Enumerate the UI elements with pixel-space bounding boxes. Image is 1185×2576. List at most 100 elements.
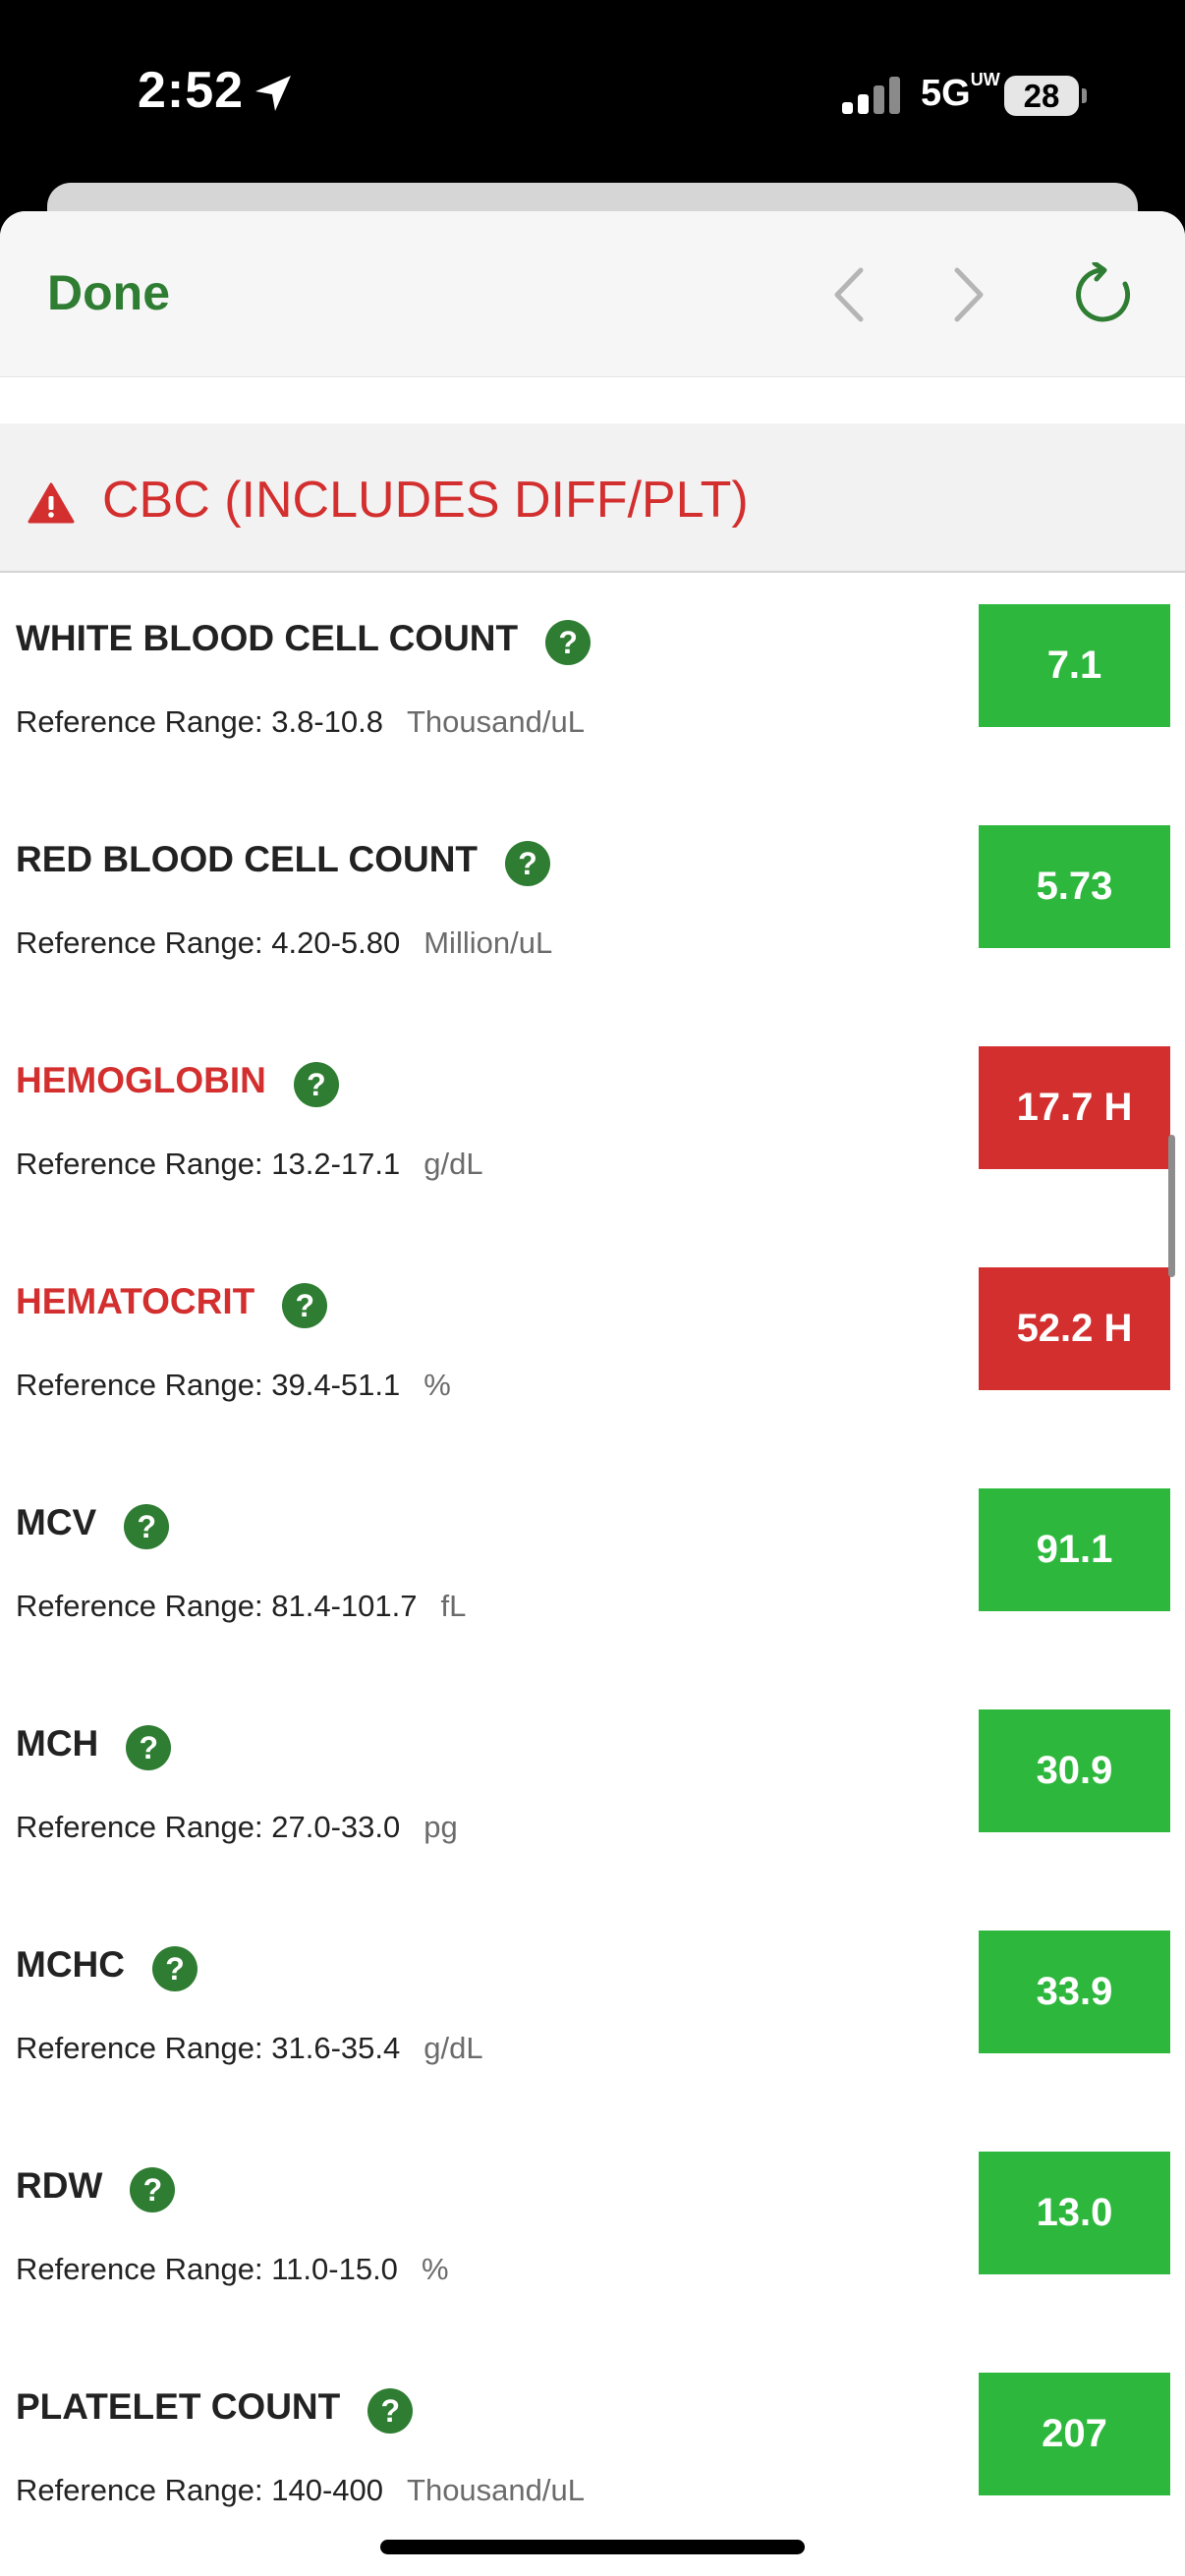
location-arrow-icon xyxy=(255,76,291,111)
reference-range-value: 13.2-17.1 xyxy=(271,1147,401,1181)
reference-range-value: 39.4-51.1 xyxy=(271,1368,401,1402)
help-icon[interactable]: ? xyxy=(293,1062,339,1107)
reference-unit: fL xyxy=(440,1589,467,1623)
help-icon[interactable]: ? xyxy=(282,1283,328,1328)
section-header: CBC (INCLUDES DIFF/PLT) xyxy=(0,423,1185,573)
browser-toolbar: Done xyxy=(0,211,1185,377)
result-row: RED BLOOD CELL COUNT? Reference Range: 4.… xyxy=(0,794,1185,1015)
browser-sheet: Done CBC (INCLUDES DIFF/PLT) WHITE BLOOD… xyxy=(0,211,1185,2576)
reference-range-label: Reference Range: xyxy=(16,1147,263,1181)
help-icon[interactable]: ? xyxy=(545,620,592,665)
test-name: MCH? xyxy=(16,1721,172,1770)
help-icon[interactable]: ? xyxy=(124,1504,170,1549)
battery-level: 28 xyxy=(1004,76,1079,116)
test-name-label: MCV xyxy=(16,1502,97,1542)
reference-range-value: 81.4-101.7 xyxy=(271,1589,418,1623)
test-name: RDW? xyxy=(16,2163,176,2212)
reference-unit: g/dL xyxy=(423,2031,483,2065)
result-row: MCH? Reference Range: 27.0-33.0 pg 30.9 xyxy=(0,1678,1185,1899)
reference-range: Reference Range: 13.2-17.1 g/dL xyxy=(16,1147,483,1182)
test-name: MCHC? xyxy=(16,1942,198,1991)
reference-range-label: Reference Range: xyxy=(16,1589,263,1623)
status-time: 2:52 xyxy=(138,62,245,119)
reference-range: Reference Range: 39.4-51.1% xyxy=(16,1368,451,1403)
help-icon[interactable]: ? xyxy=(130,2167,176,2212)
reference-range-value: 27.0-33.0 xyxy=(271,1810,401,1844)
reference-range: Reference Range: 4.20-5.80 Million/uL xyxy=(16,925,552,961)
result-value: 33.9 xyxy=(979,1931,1170,2053)
reference-unit: Million/uL xyxy=(423,925,553,960)
reference-range: Reference Range: 140-400 Thousand/uL xyxy=(16,2473,585,2508)
reference-range: Reference Range: 27.0-33.0 pg xyxy=(16,1810,458,1845)
result-list: WHITE BLOOD CELL COUNT? Reference Range: … xyxy=(0,573,1185,2562)
help-icon[interactable]: ? xyxy=(126,1725,172,1770)
test-name-label: RDW xyxy=(16,2165,103,2206)
help-icon[interactable]: ? xyxy=(367,2388,414,2434)
result-value: 91.1 xyxy=(979,1488,1170,1611)
network-indicator: 5GUW xyxy=(921,70,1000,115)
test-name: HEMATOCRIT? xyxy=(16,1279,328,1328)
done-button[interactable]: Done xyxy=(47,264,170,321)
reference-range: Reference Range: 81.4-101.7 fL xyxy=(16,1589,466,1624)
test-name: WHITE BLOOD CELL COUNT? xyxy=(16,616,592,665)
result-row: MCHC? Reference Range: 31.6-35.4 g/dL 33.9 xyxy=(0,1899,1185,2120)
reference-unit: Thousand/uL xyxy=(407,2473,585,2507)
chevron-right-icon[interactable] xyxy=(937,262,996,327)
test-name: MCV? xyxy=(16,1500,170,1549)
chevron-left-icon[interactable] xyxy=(821,262,880,327)
test-name-label: HEMATOCRIT xyxy=(16,1281,255,1321)
result-row: WHITE BLOOD CELL COUNT? Reference Range: … xyxy=(0,573,1185,794)
result-value: 5.73 xyxy=(979,825,1170,948)
reference-range: Reference Range: 11.0-15.0% xyxy=(16,2252,449,2287)
section-title: CBC (INCLUDES DIFF/PLT) xyxy=(102,472,749,529)
result-value: 13.0 xyxy=(979,2152,1170,2274)
reference-range-value: 4.20-5.80 xyxy=(271,925,401,960)
test-name-label: MCH xyxy=(16,1723,99,1764)
reference-unit: pg xyxy=(423,1810,458,1844)
warning-triangle-icon xyxy=(28,482,75,524)
home-indicator[interactable] xyxy=(380,2540,805,2554)
reference-range-value: 3.8-10.8 xyxy=(271,704,383,739)
test-name-label: PLATELET COUNT xyxy=(16,2386,341,2427)
result-row: MCV? Reference Range: 81.4-101.7 fL 91.1 xyxy=(0,1457,1185,1678)
reference-unit: Thousand/uL xyxy=(407,704,585,739)
reference-range-value: 31.6-35.4 xyxy=(271,2031,401,2065)
result-value: 52.2 H xyxy=(979,1267,1170,1390)
result-value: 207 xyxy=(979,2373,1170,2495)
scroll-indicator[interactable] xyxy=(1168,1135,1175,1277)
result-value: 30.9 xyxy=(979,1709,1170,1832)
test-name-label: WHITE BLOOD CELL COUNT xyxy=(16,618,519,658)
reference-unit: % xyxy=(421,2252,449,2286)
test-name: RED BLOOD CELL COUNT? xyxy=(16,837,551,886)
reference-range-label: Reference Range: xyxy=(16,1368,263,1402)
reference-range-label: Reference Range: xyxy=(16,2031,263,2065)
test-name-label: HEMOGLOBIN xyxy=(16,1060,266,1100)
network-superscript: UW xyxy=(970,70,1000,90)
help-icon[interactable]: ? xyxy=(151,1946,198,1991)
result-row: HEMATOCRIT? Reference Range: 39.4-51.1% 52… xyxy=(0,1236,1185,1457)
result-row: PLATELET COUNT? Reference Range: 140-400 T… xyxy=(0,2341,1185,2562)
network-type: 5G xyxy=(921,73,971,114)
reference-range: Reference Range: 3.8-10.8 Thousand/uL xyxy=(16,704,585,740)
refresh-icon[interactable] xyxy=(1071,262,1136,327)
test-name-label: MCHC xyxy=(16,1944,125,1985)
reference-unit: % xyxy=(423,1368,451,1402)
reference-range: Reference Range: 31.6-35.4 g/dL xyxy=(16,2031,483,2066)
reference-range-label: Reference Range: xyxy=(16,925,263,960)
result-value: 17.7 H xyxy=(979,1046,1170,1169)
battery-tip xyxy=(1082,88,1087,103)
test-name: PLATELET COUNT? xyxy=(16,2384,414,2434)
test-name: HEMOGLOBIN? xyxy=(16,1058,339,1107)
reference-range-value: 140-400 xyxy=(271,2473,384,2507)
result-row: RDW? Reference Range: 11.0-15.0% 13.0 xyxy=(0,2120,1185,2341)
result-value: 7.1 xyxy=(979,604,1170,727)
reference-range-value: 11.0-15.0 xyxy=(271,2252,398,2286)
help-icon[interactable]: ? xyxy=(505,841,551,886)
reference-range-label: Reference Range: xyxy=(16,2252,263,2286)
result-row: HEMOGLOBIN? Reference Range: 13.2-17.1 g/d… xyxy=(0,1015,1185,1236)
cellular-signal-icon xyxy=(842,77,900,114)
reference-unit: g/dL xyxy=(423,1147,483,1181)
test-name-label: RED BLOOD CELL COUNT xyxy=(16,839,479,879)
reference-range-label: Reference Range: xyxy=(16,704,263,739)
reference-range-label: Reference Range: xyxy=(16,2473,263,2507)
